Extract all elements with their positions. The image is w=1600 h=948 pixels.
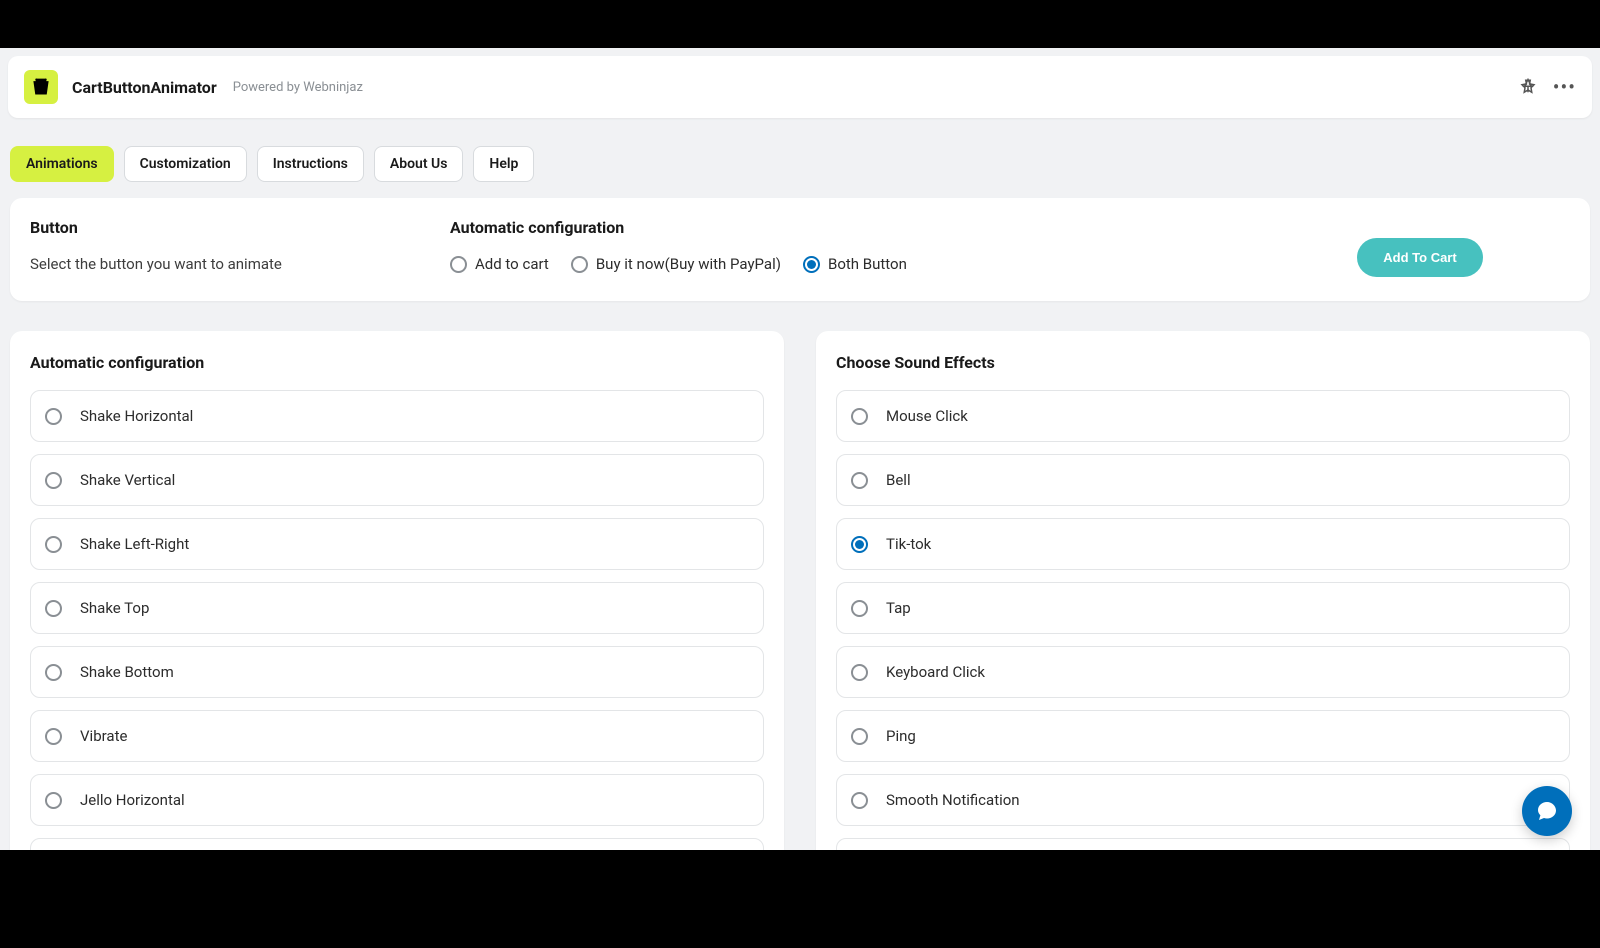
radio-icon	[45, 664, 62, 681]
radio-icon	[45, 792, 62, 809]
animation-option-label: Shake Top	[80, 599, 149, 617]
pin-icon[interactable]	[1519, 78, 1537, 96]
sound-option[interactable]: Keyboard Click	[836, 646, 1570, 698]
radio-icon	[851, 600, 868, 617]
tab-about-us[interactable]: About Us	[374, 146, 464, 182]
animation-option[interactable]: Shake Horizontal	[30, 390, 764, 442]
radio-icon	[851, 536, 868, 553]
tabs-container: Animations Customization Instructions About…	[0, 118, 1600, 198]
sound-option-label: Bell	[886, 471, 911, 489]
radio-icon	[45, 472, 62, 489]
tab-help[interactable]: Help	[473, 146, 534, 182]
radio-icon	[571, 256, 588, 273]
bottom-letterbox	[0, 850, 1600, 900]
animation-option-label: Shake Left-Right	[80, 535, 189, 553]
animation-option[interactable]: Jello Vertical	[30, 838, 764, 850]
animation-option[interactable]: Shake Bottom	[30, 646, 764, 698]
radio-icon	[851, 472, 868, 489]
animation-option[interactable]: Shake Top	[30, 582, 764, 634]
radio-icon	[851, 728, 868, 745]
sound-option-label: Mouse Click	[886, 407, 968, 425]
radio-icon	[45, 536, 62, 553]
sound-option-label: Ping	[886, 727, 916, 745]
auto-config-option-label: Buy it now(Buy with PayPal)	[596, 255, 781, 273]
animation-option[interactable]: Shake Left-Right	[30, 518, 764, 570]
powered-by-text: Powered by Webninjaz	[233, 80, 363, 95]
radio-icon	[45, 408, 62, 425]
button-section-subtitle: Select the button you want to animate	[30, 255, 430, 273]
radio-icon	[45, 728, 62, 745]
button-section: Button Select the button you want to ani…	[30, 218, 430, 273]
animation-option-label: Vibrate	[80, 727, 127, 745]
auto-config-radio-row: Add to cart Buy it now(Buy with PayPal) Bo…	[450, 255, 1250, 273]
sound-option[interactable]: Ping	[836, 710, 1570, 762]
header-left: CartButtonAnimator Powered by Webninjaz	[24, 70, 363, 104]
button-config-card: Button Select the button you want to ani…	[10, 198, 1590, 301]
animation-option-label: Shake Horizontal	[80, 407, 193, 425]
radio-icon	[851, 408, 868, 425]
preview-add-to-cart-button[interactable]: Add To Cart	[1357, 238, 1482, 277]
sounds-panel: Choose Sound Effects Mouse Click Bell Tik-…	[816, 331, 1590, 850]
auto-config-option[interactable]: Add to cart	[450, 255, 549, 273]
tab-customization[interactable]: Customization	[124, 146, 247, 182]
app-wrapper: CartButtonAnimator Powered by Webninjaz …	[0, 48, 1600, 850]
animation-option[interactable]: Vibrate	[30, 710, 764, 762]
sounds-panel-title: Choose Sound Effects	[836, 353, 1570, 372]
app-logo-icon	[24, 70, 58, 104]
tab-animations[interactable]: Animations	[10, 146, 114, 182]
app-title: CartButtonAnimator	[72, 78, 217, 97]
animations-panel-title: Automatic configuration	[30, 353, 764, 372]
sound-option[interactable]: Smooth Notification	[836, 774, 1570, 826]
auto-config-option[interactable]: Both Button	[803, 255, 907, 273]
sound-option[interactable]: Notification	[836, 838, 1570, 850]
chat-fab-button[interactable]	[1522, 786, 1572, 836]
auto-config-option[interactable]: Buy it now(Buy with PayPal)	[571, 255, 781, 273]
animations-panel: Automatic configuration Shake Horizontal…	[10, 331, 784, 850]
animation-option[interactable]: Shake Vertical	[30, 454, 764, 506]
header-right: •••	[1519, 75, 1576, 99]
animation-option[interactable]: Jello Horizontal	[30, 774, 764, 826]
animation-option-label: Shake Bottom	[80, 663, 174, 681]
sound-option-label: Tap	[886, 599, 911, 617]
radio-icon	[803, 256, 820, 273]
sound-option-label: Tik-tok	[886, 535, 931, 553]
app-header: CartButtonAnimator Powered by Webninjaz …	[8, 56, 1592, 118]
sound-option[interactable]: Tik-tok	[836, 518, 1570, 570]
sounds-list: Mouse Click Bell Tik-tok Tap Keyboard Click P…	[836, 390, 1570, 850]
tab-instructions[interactable]: Instructions	[257, 146, 364, 182]
sound-option-label: Keyboard Click	[886, 663, 985, 681]
button-section-title: Button	[30, 218, 430, 237]
radio-icon	[45, 600, 62, 617]
radio-icon	[450, 256, 467, 273]
two-column-layout: Automatic configuration Shake Horizontal…	[10, 331, 1590, 850]
more-icon[interactable]: •••	[1553, 75, 1576, 99]
sound-option[interactable]: Mouse Click	[836, 390, 1570, 442]
auto-config-title: Automatic configuration	[450, 218, 1250, 237]
preview-column: Add To Cart	[1270, 218, 1570, 277]
sound-option[interactable]: Tap	[836, 582, 1570, 634]
auto-config-section: Automatic configuration Add to cart Buy i…	[450, 218, 1250, 273]
animation-option-label: Shake Vertical	[80, 471, 175, 489]
radio-icon	[851, 664, 868, 681]
radio-icon	[851, 792, 868, 809]
animations-list: Shake Horizontal Shake Vertical Shake Left…	[30, 390, 764, 850]
sound-option[interactable]: Bell	[836, 454, 1570, 506]
sound-option-label: Smooth Notification	[886, 791, 1020, 809]
animation-option-label: Jello Horizontal	[80, 791, 185, 809]
auto-config-option-label: Both Button	[828, 255, 907, 273]
auto-config-option-label: Add to cart	[475, 255, 549, 273]
